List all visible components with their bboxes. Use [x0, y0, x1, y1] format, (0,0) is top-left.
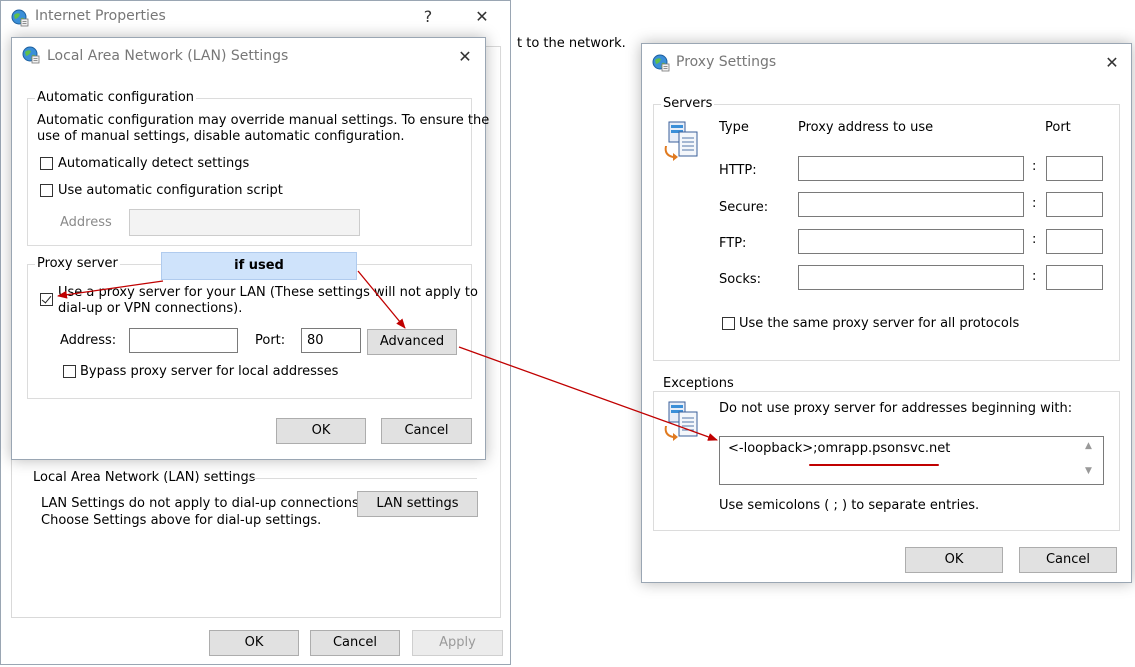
secure-port-field[interactable] [1046, 192, 1103, 217]
apply-button[interactable]: Apply [412, 630, 503, 656]
scroll-up-icon[interactable]: ▲ [1085, 441, 1092, 451]
auto-detect-label: Automatically detect settings [58, 156, 250, 171]
socks-colon: : [1032, 269, 1037, 284]
close-button[interactable]: ✕ [450, 44, 480, 70]
auto-config-description-1: Automatic configuration may override man… [37, 113, 490, 128]
exceptions-title: Exceptions [661, 376, 736, 391]
http-colon: : [1032, 159, 1037, 174]
use-config-script-checkbox[interactable] [40, 184, 53, 197]
http-label: HTTP: [719, 163, 757, 178]
background-text: t to the network. [517, 36, 626, 51]
socks-label: Socks: [719, 272, 762, 287]
cancel-button[interactable]: Cancel [381, 418, 472, 444]
ftp-proxy-address-field[interactable] [798, 229, 1024, 254]
exceptions-value-prefix: <-loopback>; [728, 441, 818, 456]
exceptions-hint: Use semicolons ( ; ) to separate entries… [719, 498, 980, 513]
secure-proxy-address-field[interactable] [798, 192, 1024, 217]
same-proxy-label: Use the same proxy server for all protoc… [739, 316, 1020, 331]
proxy-port-field[interactable] [301, 328, 361, 353]
exceptions-underline [809, 464, 939, 466]
same-proxy-checkbox[interactable] [722, 317, 735, 330]
script-address-field[interactable] [129, 209, 360, 236]
lan-section-divider [247, 478, 477, 479]
cancel-button[interactable]: Cancel [1019, 547, 1117, 573]
use-proxy-label-1: Use a proxy server for your LAN (These s… [58, 285, 478, 300]
socks-port-field[interactable] [1046, 265, 1103, 290]
auto-detect-checkbox[interactable] [40, 157, 53, 170]
col-type-header: Type [719, 120, 749, 135]
exceptions-description: Do not use proxy server for addresses be… [719, 401, 1073, 416]
bypass-local-checkbox[interactable] [63, 365, 76, 378]
secure-colon: : [1032, 196, 1037, 211]
exceptions-textarea[interactable]: <-loopback>;omrapp.psonsvc.net [719, 436, 1104, 485]
socks-proxy-address-field[interactable] [798, 265, 1024, 290]
script-address-label: Address [60, 215, 112, 230]
if-used-callout: if used [161, 252, 357, 280]
bypass-local-label: Bypass proxy server for local addresses [80, 364, 339, 379]
exceptions-value-highlight: omrapp.psonsvc.net [817, 441, 951, 456]
advanced-button[interactable]: Advanced [367, 329, 457, 355]
internet-properties-titlebar: Internet Properties ? ✕ [1, 1, 510, 33]
network-servers-icon [664, 121, 698, 161]
use-proxy-label-2: dial-up or VPN connections). [58, 301, 243, 316]
ok-button[interactable]: OK [276, 418, 366, 444]
proxy-settings-titlebar: Proxy Settings ✕ [642, 44, 1131, 76]
lan-section-description-1: LAN Settings do not apply to dial-up con… [41, 496, 363, 511]
col-port-header: Port [1045, 120, 1071, 135]
ok-button[interactable]: OK [905, 547, 1003, 573]
proxy-settings-title: Proxy Settings [676, 54, 777, 70]
help-button[interactable]: ? [413, 4, 443, 30]
internet-options-globe-icon [22, 46, 40, 64]
http-proxy-address-field[interactable] [798, 156, 1024, 181]
servers-title: Servers [661, 96, 715, 111]
lan-section-description-2: Choose Settings above for dial-up settin… [41, 513, 322, 528]
proxy-server-title: Proxy server [35, 256, 120, 271]
secure-label: Secure: [719, 200, 769, 215]
auto-config-description-2: use of manual settings, disable automati… [37, 129, 405, 144]
ftp-label: FTP: [719, 236, 747, 251]
proxy-address-label: Address: [60, 333, 117, 348]
scroll-down-icon[interactable]: ▼ [1085, 466, 1092, 476]
lan-settings-button[interactable]: LAN settings [357, 491, 478, 517]
internet-options-globe-icon [11, 9, 29, 27]
ok-button[interactable]: OK [209, 630, 299, 656]
network-servers-icon [664, 401, 698, 441]
close-button[interactable]: ✕ [1097, 50, 1127, 76]
proxy-settings-dialog: Proxy Settings ✕ Servers Type Proxy addr… [641, 43, 1132, 583]
col-address-header: Proxy address to use [798, 120, 934, 135]
ftp-colon: : [1032, 232, 1037, 247]
proxy-address-field[interactable] [129, 328, 238, 353]
use-config-script-label: Use automatic configuration script [58, 183, 283, 198]
cancel-button[interactable]: Cancel [310, 630, 400, 656]
lan-dialog-title: Local Area Network (LAN) Settings [47, 48, 289, 64]
lan-section-title: Local Area Network (LAN) settings [33, 470, 256, 485]
use-proxy-checkbox[interactable] [40, 293, 53, 306]
internet-options-globe-icon [652, 54, 670, 72]
internet-properties-title: Internet Properties [35, 8, 166, 24]
close-button[interactable]: ✕ [467, 4, 497, 30]
lan-settings-dialog: Local Area Network (LAN) Settings ✕ Auto… [11, 37, 490, 460]
ftp-port-field[interactable] [1046, 229, 1103, 254]
proxy-port-label: Port: [255, 333, 286, 348]
automatic-configuration-title: Automatic configuration [35, 90, 197, 105]
lan-dialog-titlebar: Local Area Network (LAN) Settings ✕ [12, 38, 485, 70]
http-port-field[interactable] [1046, 156, 1103, 181]
